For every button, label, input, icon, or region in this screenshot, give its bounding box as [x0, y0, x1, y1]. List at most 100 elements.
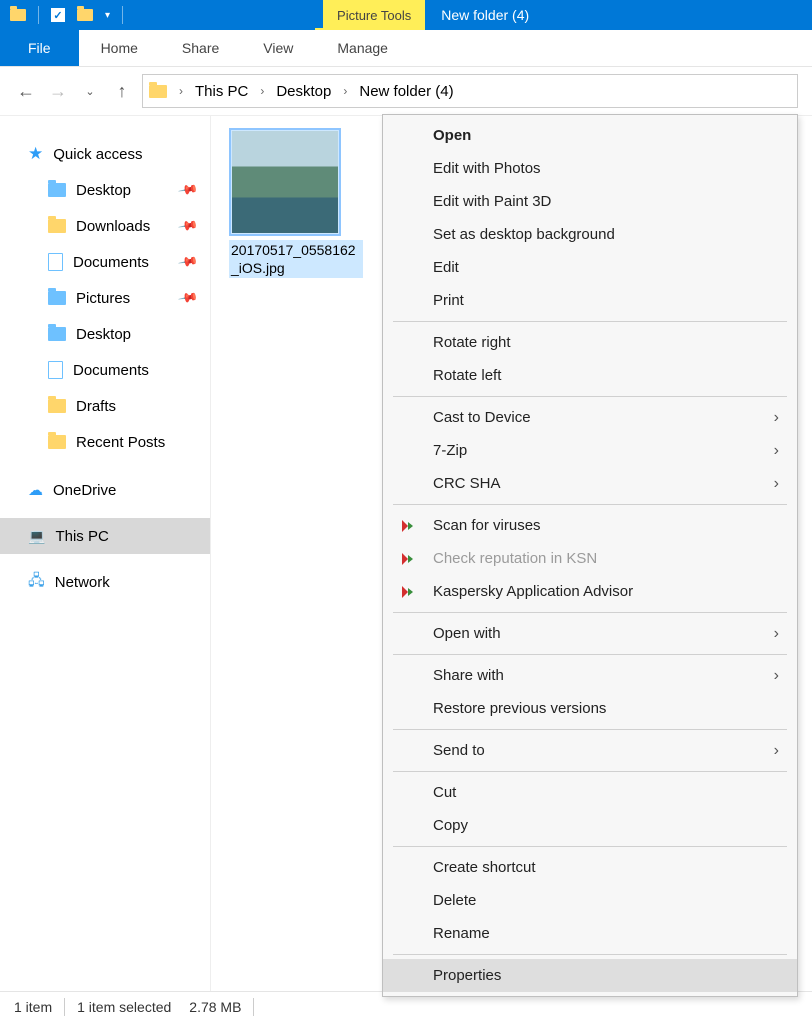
sidebar-quick-access[interactable]: ★ Quick access: [0, 136, 210, 172]
file-name-label[interactable]: 20170517_0558162_iOS.jpg: [229, 240, 363, 278]
menu-item-properties[interactable]: Properties: [383, 959, 797, 992]
menu-item-crc-sha[interactable]: CRC SHA›: [383, 467, 797, 500]
document-icon: [48, 361, 63, 379]
sidebar-this-pc[interactable]: 💻 This PC: [0, 518, 210, 554]
menu-separator: [393, 846, 787, 847]
file-item[interactable]: 20170517_0558162_iOS.jpg: [229, 128, 341, 278]
thumbnail-frame: [229, 128, 341, 236]
folder-icon: [48, 435, 66, 449]
status-separator: [64, 998, 65, 1016]
menu-separator: [393, 504, 787, 505]
sidebar-item-downloads[interactable]: Downloads 📌: [0, 208, 210, 244]
folder-icon: [48, 183, 66, 197]
menu-item-create-shortcut[interactable]: Create shortcut: [383, 851, 797, 884]
breadcrumb-this-pc[interactable]: This PC: [193, 83, 250, 100]
sidebar-item-documents[interactable]: Documents 📌: [0, 244, 210, 280]
menu-item-open-with[interactable]: Open with›: [383, 617, 797, 650]
sidebar-item-drafts[interactable]: Drafts: [0, 388, 210, 424]
menu-item-label: Share with: [433, 667, 504, 684]
status-selected-count: 1 item selected: [77, 999, 171, 1015]
image-thumbnail: [232, 131, 338, 233]
menu-item-share-with[interactable]: Share with›: [383, 659, 797, 692]
title-bar: ✓ ▾ Picture Tools New folder (4): [0, 0, 812, 30]
ribbon-context-tab: Picture Tools: [323, 0, 425, 30]
menu-item-label: 7-Zip: [433, 442, 467, 459]
menu-item-rotate-left[interactable]: Rotate left: [383, 359, 797, 392]
star-icon: ★: [28, 144, 43, 164]
nav-forward-button[interactable]: →: [46, 79, 70, 103]
nav-back-button[interactable]: ←: [14, 79, 38, 103]
menu-item-label: Open with: [433, 625, 501, 642]
sidebar-network[interactable]: 🖧 Network: [0, 564, 210, 600]
menu-item-set-desktop-background[interactable]: Set as desktop background: [383, 218, 797, 251]
sidebar-item-pictures[interactable]: Pictures 📌: [0, 280, 210, 316]
menu-item-label: Check reputation in KSN: [433, 550, 597, 567]
menu-item-print[interactable]: Print: [383, 284, 797, 317]
folder-icon[interactable]: [10, 9, 26, 21]
pin-icon: 📌: [177, 287, 199, 309]
breadcrumb-current[interactable]: New folder (4): [357, 83, 455, 100]
menu-item-open[interactable]: Open: [383, 119, 797, 152]
menu-item-kaspersky-advisor[interactable]: Kaspersky Application Advisor: [383, 575, 797, 608]
sidebar-item-documents-2[interactable]: Documents: [0, 352, 210, 388]
qat-separator: [38, 6, 39, 24]
sidebar-item-label: Drafts: [76, 398, 116, 415]
properties-qat-icon[interactable]: ✓: [51, 8, 65, 22]
document-icon: [48, 253, 63, 271]
chevron-right-icon: ›: [774, 409, 779, 427]
nav-history-dropdown-icon[interactable]: ⌄: [78, 79, 102, 103]
menu-item-rotate-right[interactable]: Rotate right: [383, 326, 797, 359]
menu-item-cast-to-device[interactable]: Cast to Device ›: [383, 401, 797, 434]
menu-item-edit[interactable]: Edit: [383, 251, 797, 284]
menu-item-cut[interactable]: Cut: [383, 776, 797, 809]
folder-icon: [48, 327, 66, 341]
menu-item-label: Scan for viruses: [433, 517, 541, 534]
kaspersky-icon: [401, 552, 415, 566]
nav-up-button[interactable]: ↑: [110, 79, 134, 103]
sidebar-item-label: Desktop: [76, 182, 131, 199]
kaspersky-icon: [401, 585, 415, 599]
menu-separator: [393, 396, 787, 397]
menu-item-scan-for-viruses[interactable]: Scan for viruses: [383, 509, 797, 542]
network-icon: 🖧: [28, 570, 45, 595]
tab-view[interactable]: View: [241, 30, 315, 66]
menu-item-delete[interactable]: Delete: [383, 884, 797, 917]
sidebar-item-label: Quick access: [53, 146, 142, 163]
tab-file[interactable]: File: [0, 30, 79, 66]
pin-icon: 📌: [177, 179, 199, 201]
address-bar[interactable]: › This PC › Desktop › New folder (4): [142, 74, 798, 108]
sidebar-item-recent-posts[interactable]: Recent Posts: [0, 424, 210, 460]
menu-item-7zip[interactable]: 7-Zip ›: [383, 434, 797, 467]
menu-item-rename[interactable]: Rename: [383, 917, 797, 950]
menu-item-send-to[interactable]: Send to›: [383, 734, 797, 767]
chevron-right-icon[interactable]: ›: [339, 84, 351, 98]
sidebar-item-desktop[interactable]: Desktop 📌: [0, 172, 210, 208]
tab-manage[interactable]: Manage: [315, 28, 410, 66]
qat-customize-icon[interactable]: ▾: [105, 10, 110, 21]
tab-share[interactable]: Share: [160, 30, 241, 66]
navigation-pane: ★ Quick access Desktop 📌 Downloads 📌 Doc…: [0, 116, 211, 991]
sidebar-onedrive[interactable]: ☁ OneDrive: [0, 472, 210, 508]
window-title: New folder (4): [425, 7, 529, 23]
menu-item-restore-previous-versions[interactable]: Restore previous versions: [383, 692, 797, 725]
menu-separator: [393, 321, 787, 322]
breadcrumb-desktop[interactable]: Desktop: [274, 83, 333, 100]
chevron-right-icon[interactable]: ›: [175, 84, 187, 98]
menu-item-edit-with-photos[interactable]: Edit with Photos: [383, 152, 797, 185]
cloud-icon: ☁: [28, 481, 43, 499]
menu-item-copy[interactable]: Copy: [383, 809, 797, 842]
menu-item-label: Cast to Device: [433, 409, 531, 426]
folder-icon: [48, 291, 66, 305]
menu-item-edit-with-paint-3d[interactable]: Edit with Paint 3D: [383, 185, 797, 218]
tab-home[interactable]: Home: [79, 30, 160, 66]
ribbon-tabs: File Home Share View Manage: [0, 30, 812, 67]
chevron-right-icon: ›: [774, 742, 779, 760]
new-folder-qat-icon[interactable]: [77, 9, 93, 21]
sidebar-item-label: Desktop: [76, 326, 131, 343]
sidebar-item-label: Recent Posts: [76, 434, 165, 451]
folder-icon: [48, 219, 66, 233]
chevron-right-icon: ›: [774, 442, 779, 460]
sidebar-item-label: Documents: [73, 362, 149, 379]
sidebar-item-desktop-2[interactable]: Desktop: [0, 316, 210, 352]
chevron-right-icon[interactable]: ›: [256, 84, 268, 98]
